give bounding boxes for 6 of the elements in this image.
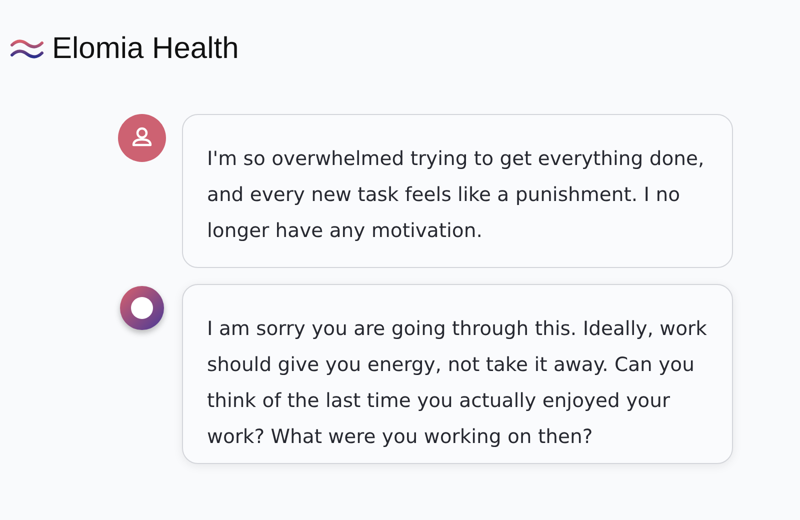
logo-icon: [10, 37, 44, 59]
brand-name: Elomia Health: [52, 30, 239, 66]
user-avatar-icon: [118, 114, 166, 162]
assistant-message: I am sorry you are going through this. Ideally, work should give you energy, not take it away. Can you think of the last time you actually enjoyed your work? What were you working on then?: [182, 284, 733, 464]
assistant-avatar-icon: [118, 284, 166, 332]
user-message: I'm so overwhelmed trying to get everything done, and every new task feels like a punishment. I no longer have any motivation.: [182, 114, 733, 268]
